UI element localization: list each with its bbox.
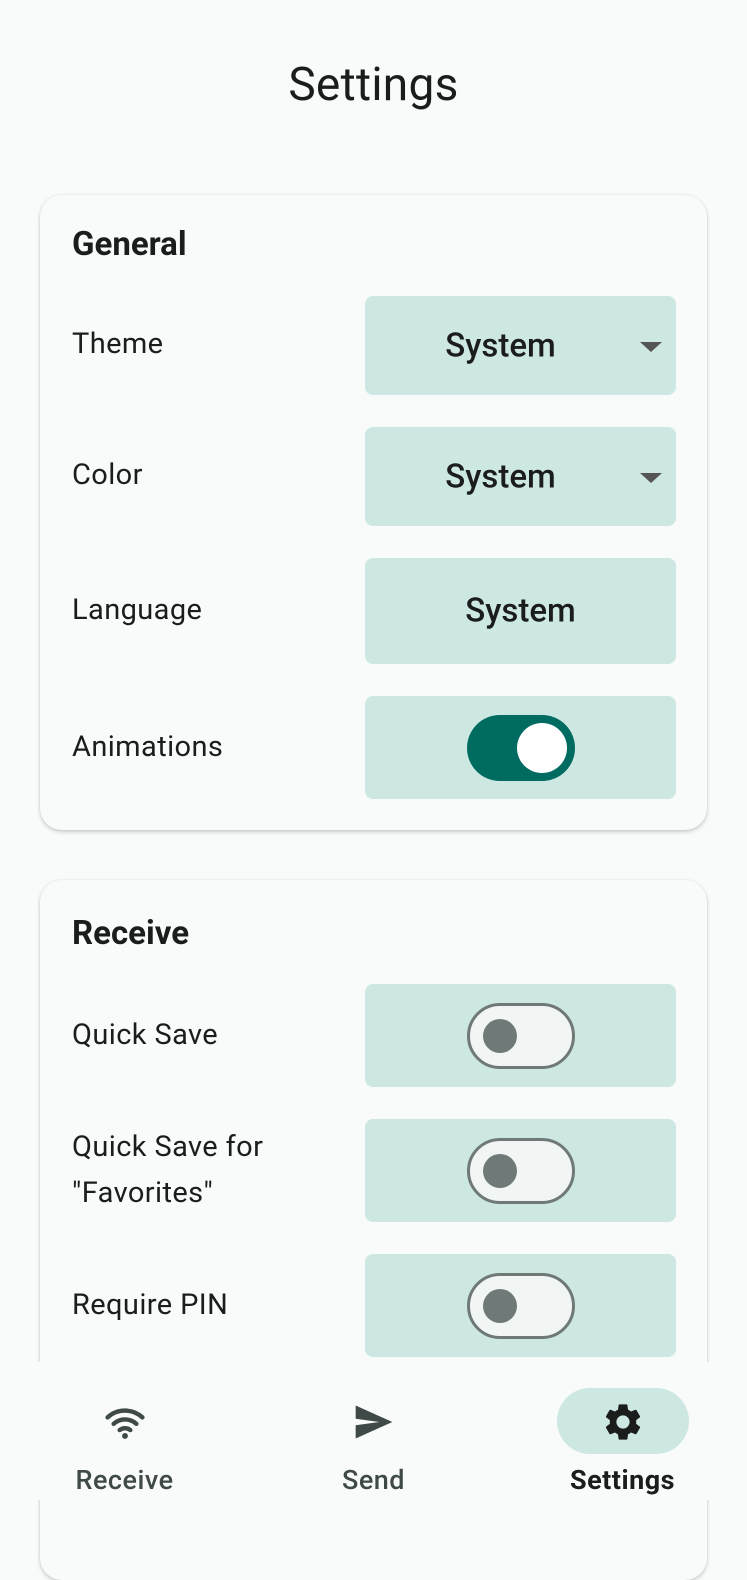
nav-label-settings: Settings (569, 1464, 676, 1496)
quick-save-label: Quick Save (72, 1018, 219, 1052)
animations-label: Animations (72, 730, 224, 764)
wifi-icon (104, 1408, 145, 1439)
quick-save-favorites-toggle[interactable] (467, 1137, 575, 1204)
toggle-knob (483, 1153, 517, 1188)
quick-save-toggle-container (365, 984, 676, 1087)
theme-label: Theme (72, 327, 164, 361)
page-title: Settings (288, 58, 459, 112)
animations-toggle-container (365, 696, 676, 799)
theme-dropdown[interactable]: System (365, 296, 676, 395)
nav-label-send: Send (341, 1464, 406, 1496)
bottom-navigation: Receive Send Settings (0, 1362, 747, 1500)
quick-save-favorites-label-line1: Quick Save for (72, 1130, 264, 1164)
general-card: General Theme System Color System Langua… (40, 195, 707, 830)
require-pin-toggle[interactable] (467, 1272, 575, 1339)
language-button[interactable]: System (365, 558, 676, 664)
animations-toggle[interactable] (467, 714, 575, 781)
send-icon (355, 1405, 392, 1439)
color-value: System (445, 457, 556, 496)
nav-item-receive[interactable]: Receive (0, 1362, 249, 1500)
quick-save-toggle[interactable] (467, 1002, 575, 1069)
language-label: Language (72, 593, 203, 627)
quick-save-favorites-label-line2: "Favorites" (72, 1176, 214, 1210)
nav-label-receive: Receive (75, 1464, 174, 1496)
require-pin-label: Require PIN (72, 1288, 229, 1322)
nav-item-settings[interactable]: Settings (498, 1362, 747, 1500)
color-label: Color (72, 458, 143, 492)
quick-save-favorites-label: Quick Save for "Favorites" (72, 1124, 263, 1216)
toggle-knob (483, 1018, 517, 1053)
color-dropdown[interactable]: System (365, 427, 676, 526)
chevron-down-icon (640, 341, 662, 352)
require-pin-toggle-container (365, 1254, 676, 1357)
toggle-knob (517, 722, 567, 773)
receive-section-title: Receive (72, 914, 190, 953)
theme-value: System (445, 326, 556, 365)
language-value: System (465, 591, 576, 631)
nav-item-send[interactable]: Send (249, 1362, 498, 1500)
toggle-knob (483, 1288, 517, 1323)
chevron-down-icon (640, 472, 662, 483)
quick-save-favorites-toggle-container (365, 1119, 676, 1222)
general-section-title: General (72, 225, 187, 264)
gear-icon (605, 1404, 640, 1440)
